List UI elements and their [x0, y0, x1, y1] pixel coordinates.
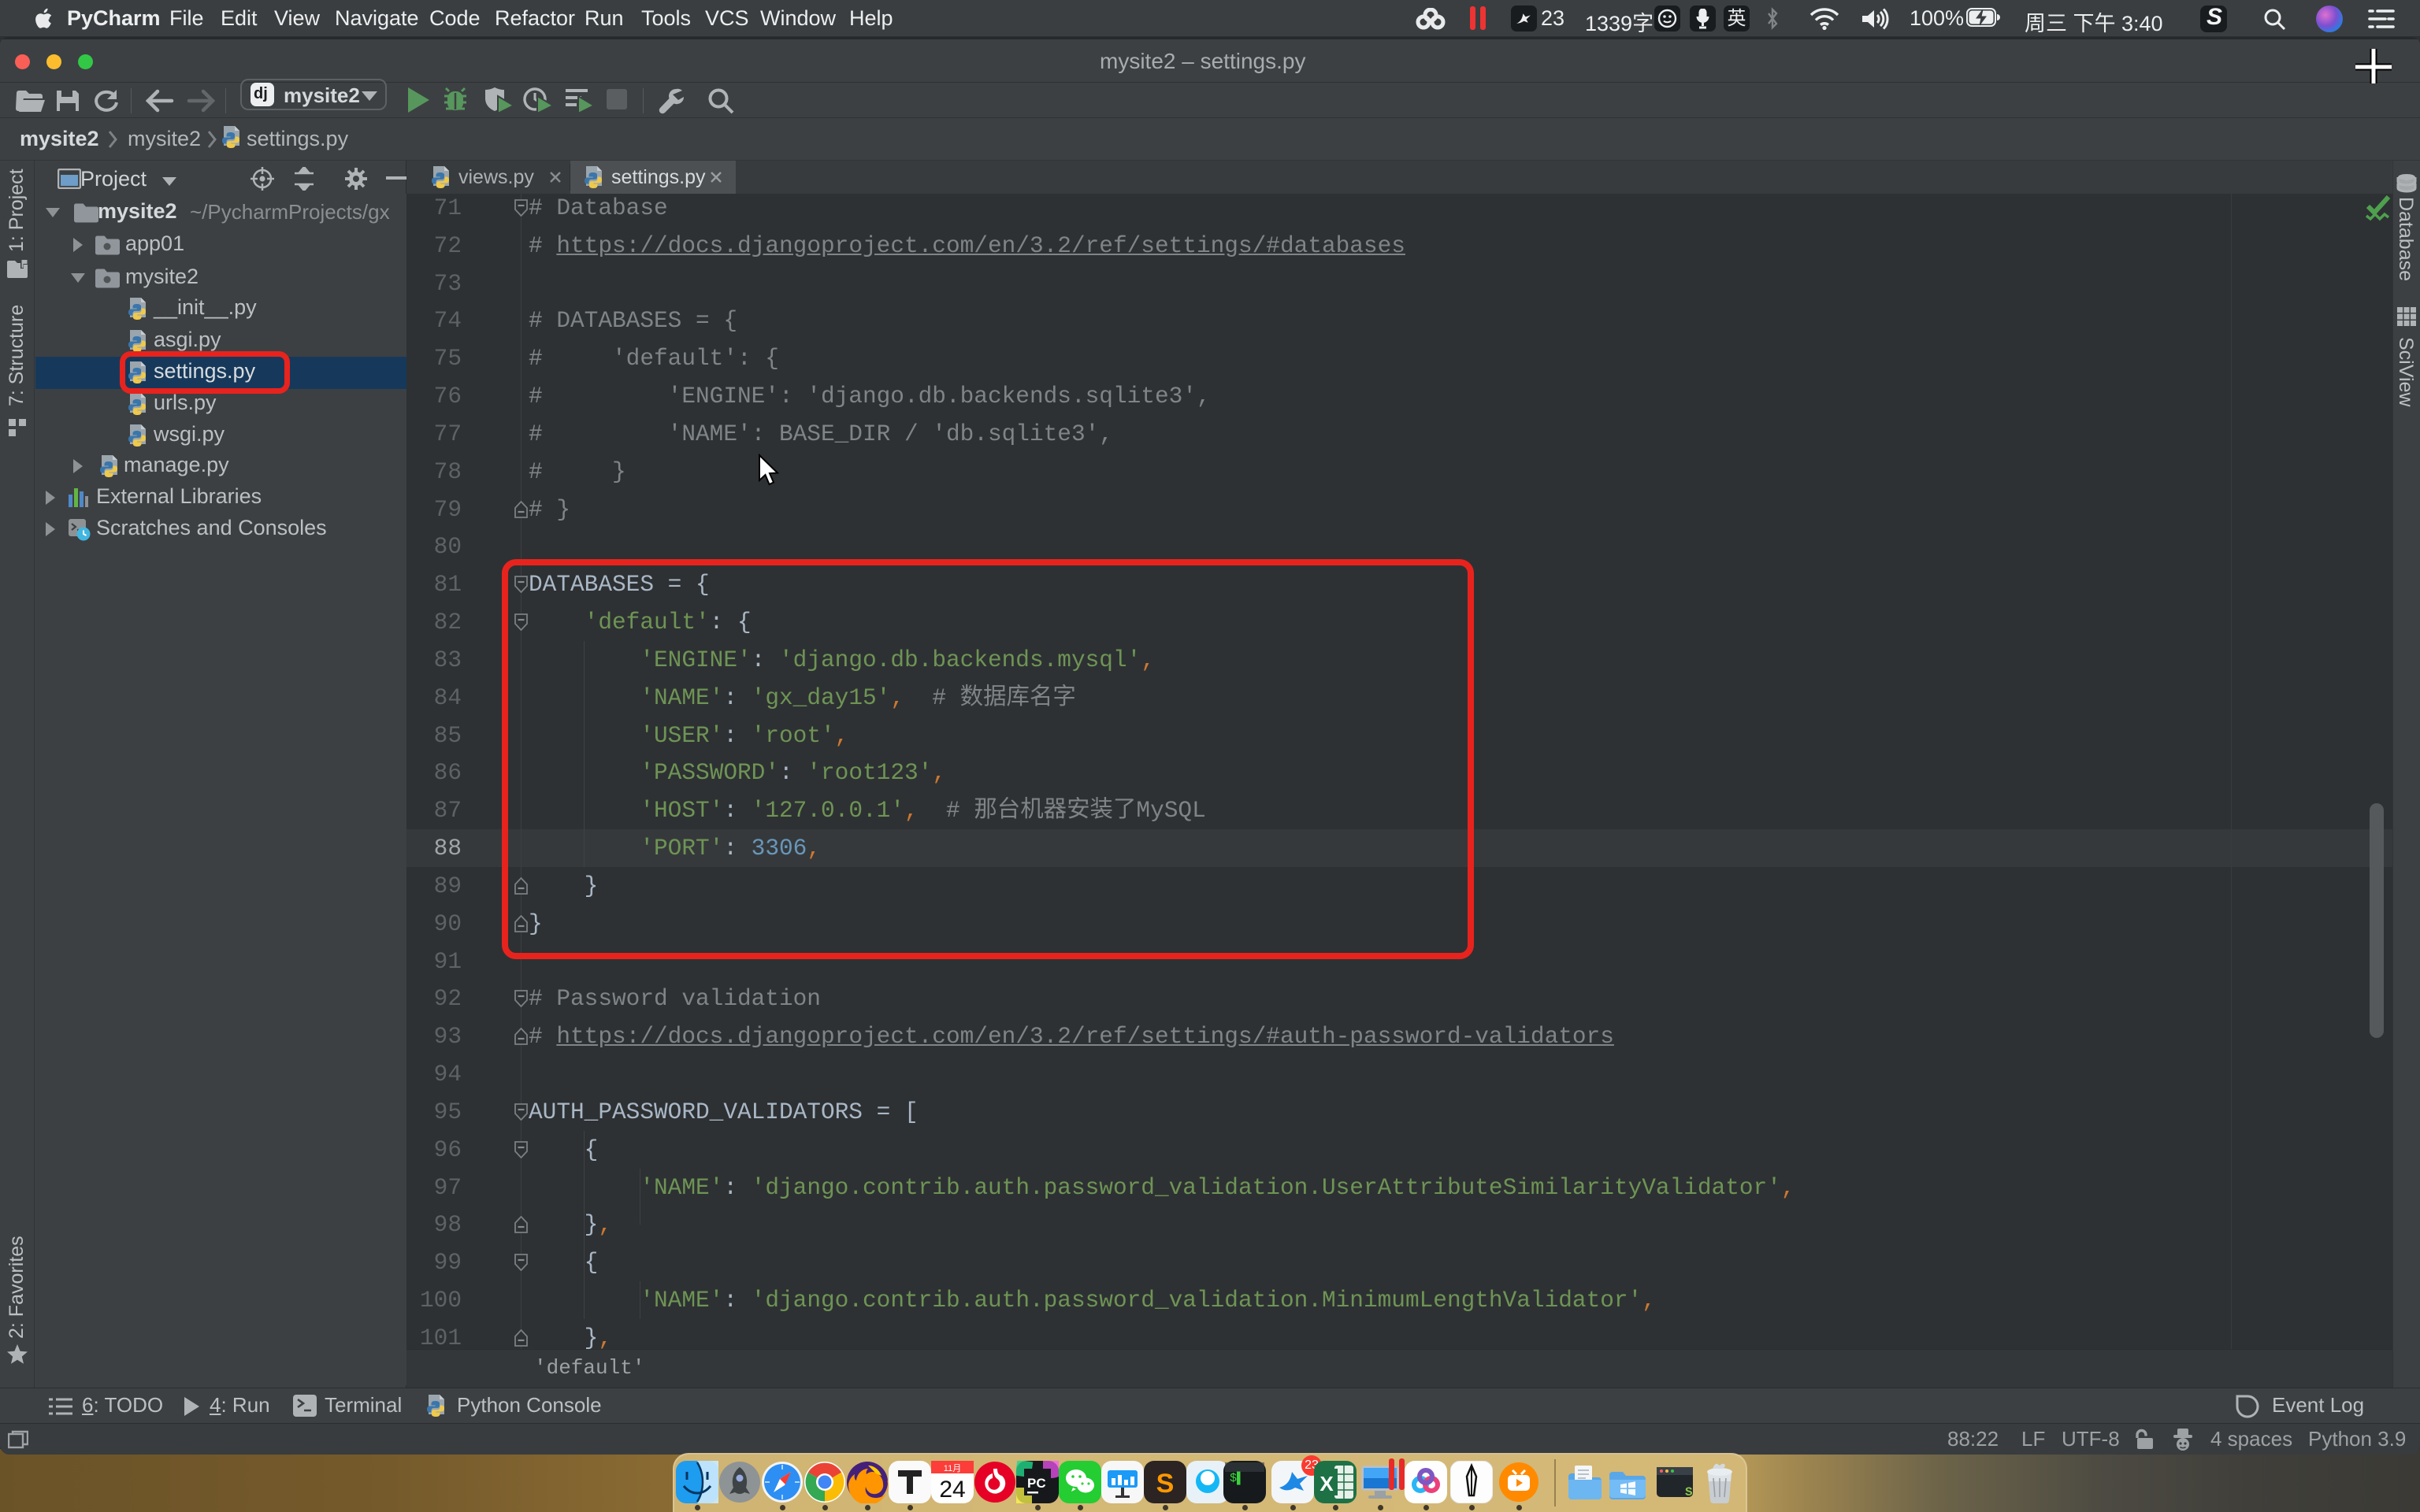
svg-text:PC: PC [1027, 1476, 1046, 1491]
svg-text:$▌: $▌ [1230, 1471, 1244, 1485]
svg-text:S: S [1685, 1485, 1693, 1499]
svg-text:X: X [1319, 1472, 1334, 1495]
svg-text:11月: 11月 [944, 1464, 961, 1473]
svg-text:24: 24 [939, 1477, 965, 1503]
svg-text:S: S [1156, 1469, 1175, 1499]
